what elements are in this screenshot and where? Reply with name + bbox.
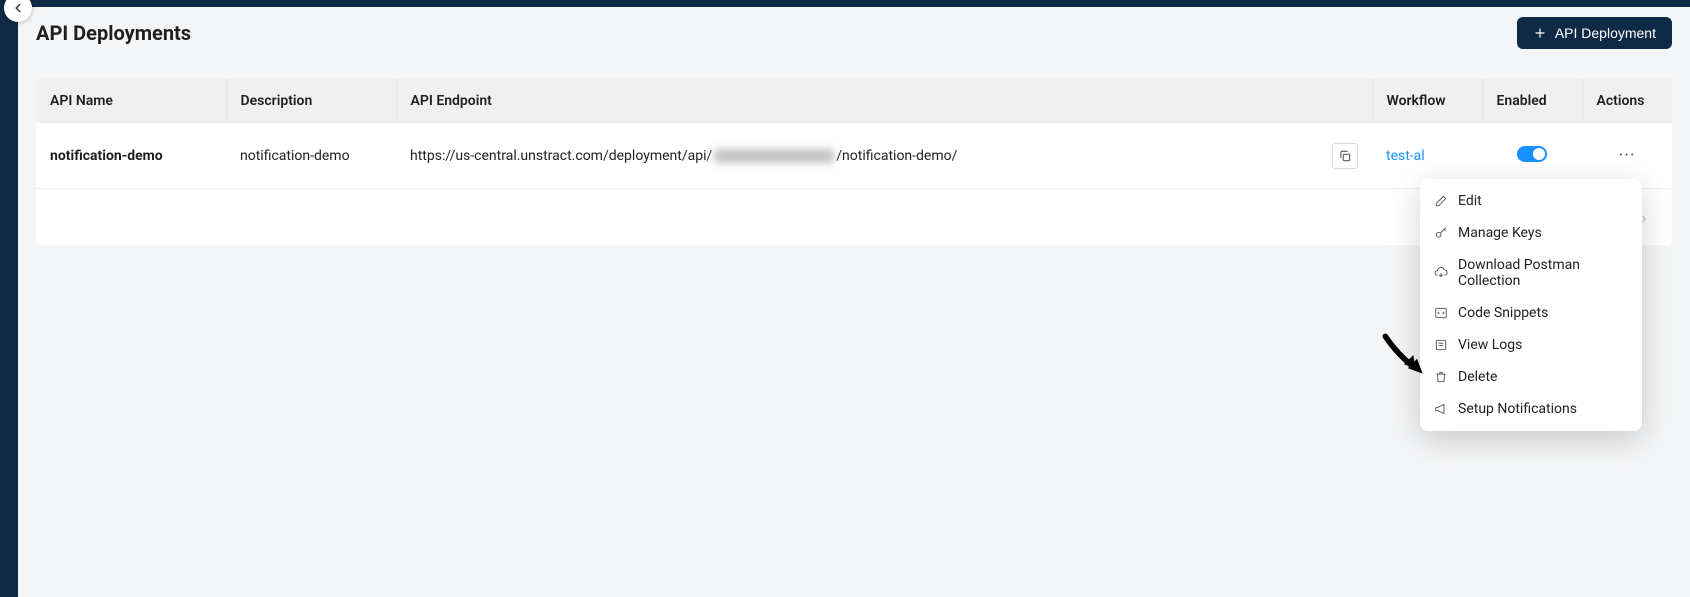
megaphone-icon [1434, 402, 1448, 416]
menu-item-manage-keys[interactable]: Manage Keys [1420, 217, 1642, 249]
menu-item-download-postman[interactable]: Download Postman Collection [1420, 249, 1642, 297]
endpoint-redacted-org-id [714, 149, 834, 163]
menu-label-manage-keys: Manage Keys [1458, 225, 1542, 241]
top-bar [0, 0, 1690, 7]
menu-item-edit[interactable]: Edit [1420, 185, 1642, 217]
create-api-deployment-button[interactable]: API Deployment [1517, 17, 1672, 49]
page-title: API Deployments [36, 21, 191, 45]
menu-label-download-postman: Download Postman Collection [1458, 257, 1628, 289]
col-header-api-name: API Name [36, 79, 226, 123]
menu-label-edit: Edit [1458, 193, 1482, 209]
menu-item-code-snippets[interactable]: Code Snippets [1420, 297, 1642, 329]
cell-api-name: notification-demo [36, 123, 226, 189]
edit-icon [1434, 194, 1448, 208]
row-actions-menu: Edit Manage Keys Download Postman Collec… [1420, 179, 1642, 431]
col-header-description: Description [226, 79, 396, 123]
copy-endpoint-button[interactable] [1332, 143, 1358, 169]
endpoint-prefix: https://us-central.unstract.com/deployme… [410, 148, 712, 164]
row-actions-button[interactable]: ··· [1610, 141, 1643, 170]
menu-item-view-logs[interactable]: View Logs [1420, 329, 1642, 361]
endpoint-suffix: /notification-demo/ [836, 148, 957, 164]
menu-label-delete: Delete [1458, 369, 1497, 385]
trash-icon [1434, 370, 1448, 384]
col-header-endpoint: API Endpoint [396, 79, 1372, 123]
cloud-download-icon [1434, 266, 1448, 280]
deployments-table: API Name Description API Endpoint Workfl… [36, 79, 1672, 189]
menu-label-setup-notifications: Setup Notifications [1458, 401, 1577, 417]
left-sidebar-collapsed [0, 7, 18, 597]
page-header: API Deployments API Deployment [18, 7, 1690, 59]
cell-description: notification-demo [226, 123, 396, 189]
workflow-link[interactable]: test-al [1386, 148, 1425, 164]
code-icon [1434, 306, 1448, 320]
logs-icon [1434, 338, 1448, 352]
enabled-toggle[interactable] [1517, 146, 1547, 162]
create-button-label: API Deployment [1555, 25, 1656, 41]
app-frame: API Deployments API Deployment API Name … [0, 0, 1690, 597]
menu-item-setup-notifications[interactable]: Setup Notifications [1420, 393, 1642, 425]
menu-label-view-logs: View Logs [1458, 337, 1522, 353]
col-header-actions: Actions [1582, 79, 1672, 123]
col-header-enabled: Enabled [1482, 79, 1582, 123]
key-icon [1434, 226, 1448, 240]
menu-item-delete[interactable]: Delete [1420, 361, 1642, 393]
endpoint-text: https://us-central.unstract.com/deployme… [410, 148, 957, 164]
menu-label-code-snippets: Code Snippets [1458, 305, 1548, 321]
page-content: API Deployments API Deployment API Name … [18, 7, 1690, 597]
col-header-workflow: Workflow [1372, 79, 1482, 123]
cell-endpoint: https://us-central.unstract.com/deployme… [396, 123, 1372, 189]
